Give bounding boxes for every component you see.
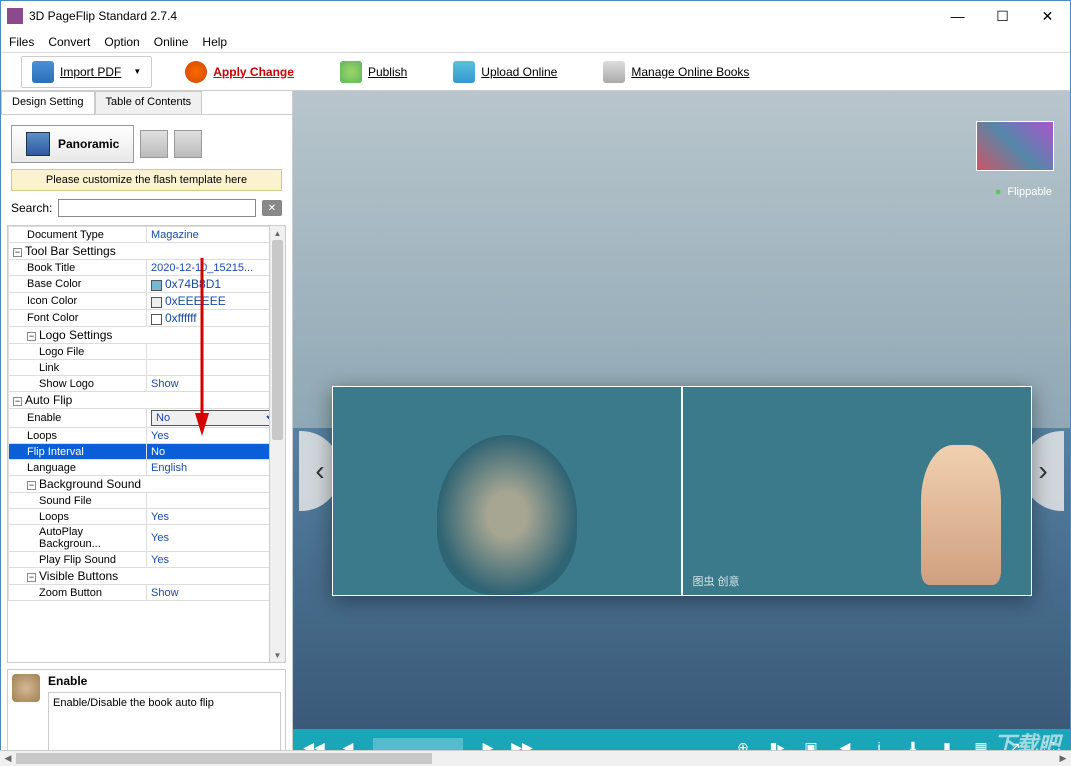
prop-font-color[interactable]: Font Color [9, 310, 147, 327]
group-toolbar-settings[interactable]: −Tool Bar Settings [9, 243, 285, 260]
flippable-status: Flippable [995, 186, 1052, 198]
book-right-page: 图虫 创意 [682, 386, 1032, 596]
prop-document-type[interactable]: Document Type [9, 227, 147, 243]
scroll-thumb[interactable] [272, 240, 283, 440]
panoramic-icon [26, 132, 50, 156]
property-grid[interactable]: Document TypeMagazine −Tool Bar Settings… [7, 225, 286, 663]
pdf-icon [32, 61, 54, 83]
group-logo-settings[interactable]: −Logo Settings [9, 327, 285, 344]
h-scroll-thumb[interactable] [16, 753, 432, 764]
dropdown-icon[interactable]: ▼ [133, 67, 141, 76]
prop-sound-file[interactable]: Sound File [9, 493, 147, 509]
preview-area: Flippable ‹ › 图虫 创意 ◀◀ ◀ ▶ ▶▶ ⊕ ▮▸ ▣ ◀ i [293, 91, 1070, 765]
app-icon [7, 8, 23, 24]
prop-base-color[interactable]: Base Color [9, 276, 147, 293]
search-input[interactable] [58, 199, 256, 217]
tab-design-setting[interactable]: Design Setting [1, 91, 95, 114]
publish-button[interactable]: Publish [327, 56, 420, 88]
description-icon [12, 674, 40, 702]
page-watermark: 图虫 创意 [693, 573, 740, 589]
customize-hint: Please customize the flash template here [11, 169, 282, 191]
book-preview[interactable]: 图虫 创意 [332, 386, 1032, 596]
prop-language[interactable]: Language [9, 460, 147, 476]
enable-select[interactable]: No [151, 410, 280, 426]
description-title: Enable [48, 674, 281, 688]
tabs: Design Setting Table of Contents [1, 91, 292, 115]
import-template-button[interactable] [174, 130, 202, 158]
toolbar: Import PDF ▼ Apply Change Publish Upload… [1, 53, 1070, 91]
menu-help[interactable]: Help [202, 35, 227, 49]
upload-online-button[interactable]: Upload Online [440, 56, 570, 88]
save-template-button[interactable] [140, 130, 168, 158]
close-button[interactable]: ✕ [1025, 1, 1070, 31]
props-scrollbar[interactable]: ▲ ▼ [269, 226, 285, 662]
scroll-down-icon[interactable]: ▼ [270, 648, 285, 662]
scroll-left-icon[interactable]: ◀ [0, 751, 16, 766]
prop-zoom-button[interactable]: Zoom Button [9, 585, 147, 601]
minimize-button[interactable]: — [935, 1, 980, 31]
prop-loops2[interactable]: Loops [9, 509, 147, 525]
group-visible-buttons[interactable]: −Visible Buttons [9, 568, 285, 585]
gear-icon [340, 61, 362, 83]
titlebar: 3D PageFlip Standard 2.7.4 — ☐ ✕ [1, 1, 1070, 31]
menu-files[interactable]: Files [9, 35, 34, 49]
description-box: Enable Enable/Disable the book auto flip [7, 669, 286, 759]
window-title: 3D PageFlip Standard 2.7.4 [29, 9, 935, 23]
prop-loops[interactable]: Loops [9, 428, 147, 444]
upload-icon [453, 61, 475, 83]
menubar: Files Convert Option Online Help [1, 31, 1070, 53]
search-row: Search: ✕ [1, 199, 292, 225]
prop-show-logo[interactable]: Show Logo [9, 376, 147, 392]
page-thumbnail[interactable] [976, 121, 1054, 171]
books-icon [603, 61, 625, 83]
prop-link[interactable]: Link [9, 360, 147, 376]
import-pdf-button[interactable]: Import PDF ▼ [21, 56, 152, 88]
search-label: Search: [11, 201, 52, 215]
description-text: Enable/Disable the book auto flip [48, 692, 281, 752]
panoramic-button[interactable]: Panoramic [11, 125, 134, 163]
prop-autoplay-bg[interactable]: AutoPlay Backgroun... [9, 525, 147, 552]
menu-convert[interactable]: Convert [48, 35, 90, 49]
clear-search-button[interactable]: ✕ [262, 200, 282, 216]
manage-books-button[interactable]: Manage Online Books [590, 56, 762, 88]
prop-play-flip-sound[interactable]: Play Flip Sound [9, 552, 147, 568]
prop-enable[interactable]: Enable [9, 409, 147, 428]
prop-logo-file[interactable]: Logo File [9, 344, 147, 360]
book-left-page [332, 386, 682, 596]
group-auto-flip[interactable]: −Auto Flip [9, 392, 285, 409]
prop-icon-color[interactable]: Icon Color [9, 293, 147, 310]
apply-change-button[interactable]: Apply Change [172, 56, 307, 88]
prop-book-title[interactable]: Book Title [9, 260, 147, 276]
tab-table-of-contents[interactable]: Table of Contents [95, 91, 203, 114]
scroll-up-icon[interactable]: ▲ [270, 226, 285, 240]
refresh-icon [185, 61, 207, 83]
group-background-sound[interactable]: −Background Sound [9, 476, 285, 493]
left-panel: Design Setting Table of Contents Panoram… [1, 91, 293, 765]
window-h-scrollbar[interactable]: ◀ ▶ [0, 750, 1071, 766]
scroll-right-icon[interactable]: ▶ [1055, 751, 1071, 766]
maximize-button[interactable]: ☐ [980, 1, 1025, 31]
prop-flip-interval[interactable]: Flip Interval [9, 444, 147, 460]
menu-online[interactable]: Online [154, 35, 189, 49]
menu-option[interactable]: Option [104, 35, 139, 49]
